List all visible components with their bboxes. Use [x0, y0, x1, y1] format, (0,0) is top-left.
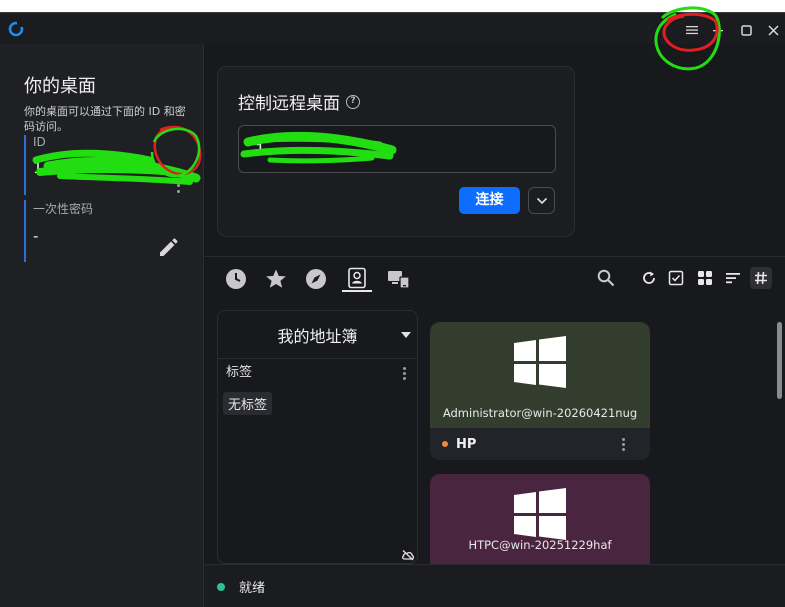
- your-desktop-title: 你的桌面: [24, 76, 96, 97]
- grid-view-icon: [698, 271, 712, 285]
- id-label: ID: [33, 135, 46, 149]
- tab-address-book[interactable]: [342, 266, 372, 292]
- cloud-off-icon: [402, 550, 415, 561]
- chevron-down-icon: [536, 197, 547, 204]
- peer-more-button[interactable]: [620, 437, 626, 451]
- connect-card: 控制远程桌面 ? 连接: [217, 66, 575, 237]
- tab-discovered[interactable]: [303, 266, 329, 292]
- grid-view-button[interactable]: [694, 267, 716, 289]
- minimize-icon: [713, 30, 723, 32]
- menu-icon: [686, 26, 698, 35]
- edit-password-button[interactable]: [157, 237, 179, 259]
- status-indicator: [217, 582, 225, 591]
- star-icon: [266, 269, 286, 288]
- app-window: 你的桌面 你的桌面可以通过下面的 ID 和密码访问。 ID 1 3 一次性密码 …: [0, 12, 785, 607]
- main-area: 控制远程桌面 ? 连接: [205, 44, 785, 564]
- tags-row: 标签: [218, 359, 417, 387]
- id-field[interactable]: ID 1 3: [24, 135, 194, 195]
- peer-card-preview: Administrator@win-20260421nug: [430, 322, 650, 428]
- checkbox-icon: [668, 270, 684, 286]
- select-mode-button[interactable]: [665, 267, 687, 289]
- id-more-button[interactable]: [172, 175, 184, 195]
- connect-button[interactable]: 连接: [459, 187, 520, 214]
- sidebar: 你的桌面 你的桌面可以通过下面的 ID 和密码访问。 ID 1 3 一次性密码 …: [0, 44, 204, 607]
- tab-favorites[interactable]: [263, 266, 289, 292]
- rustdesk-logo: [8, 21, 24, 37]
- peer-host: Administrator@win-20260421nug: [442, 406, 638, 420]
- menu-button[interactable]: [681, 19, 703, 41]
- sort-icon: [726, 273, 740, 284]
- maximize-icon: [740, 24, 752, 36]
- status-bar: 就绪: [205, 564, 785, 607]
- peer-card-footer: HP: [430, 428, 650, 460]
- tab-accessible-devices[interactable]: [384, 266, 414, 292]
- search-icon: [597, 269, 615, 287]
- address-book-selector[interactable]: 我的地址簿: [218, 311, 417, 359]
- peer-card[interactable]: Administrator@win-20260421nug HP: [430, 322, 650, 460]
- more-icon: [176, 177, 180, 181]
- peer-host: HTPC@win-20251229haf: [468, 538, 612, 552]
- more-icon: [621, 437, 625, 441]
- clock-icon: [226, 269, 246, 289]
- refresh-button[interactable]: [638, 267, 660, 289]
- lan-icon: [388, 271, 410, 289]
- compass-icon: [306, 269, 326, 289]
- status-text: 就绪: [239, 581, 266, 596]
- connect-title-text: 控制远程桌面: [238, 94, 340, 114]
- tab-recent[interactable]: [223, 266, 249, 292]
- maximize-button[interactable]: [735, 19, 757, 41]
- peer-tab-bar: [205, 256, 785, 300]
- tag-no-tag[interactable]: 无标签: [223, 392, 273, 415]
- minimize-button[interactable]: [707, 19, 729, 41]
- close-icon: [767, 24, 779, 36]
- peer-alias: HP: [456, 436, 477, 452]
- peer-card[interactable]: HTPC@win-20251229haf: [430, 474, 650, 564]
- peer-status-dot: [442, 441, 448, 447]
- remote-id-input[interactable]: [238, 125, 556, 173]
- tags-more-button[interactable]: [401, 366, 407, 380]
- id-value[interactable]: 1 3: [33, 159, 194, 177]
- close-button[interactable]: [762, 19, 784, 41]
- help-icon[interactable]: ?: [346, 94, 360, 109]
- peer-list-scrollbar[interactable]: [777, 322, 782, 399]
- peer-card-preview: HTPC@win-20251229haf: [430, 474, 650, 564]
- refresh-icon: [643, 271, 655, 284]
- address-book-icon: [348, 267, 366, 289]
- sort-button[interactable]: [722, 267, 744, 289]
- your-desktop-description: 你的桌面可以通过下面的 ID 和密码访问。: [24, 105, 186, 133]
- search-button[interactable]: [595, 267, 617, 289]
- filter-hash-button[interactable]: [750, 267, 772, 289]
- address-book-panel: 我的地址簿 标签 无标签: [217, 310, 418, 564]
- connect-options-button[interactable]: [528, 187, 555, 214]
- password-label: 一次性密码: [33, 202, 94, 216]
- hash-icon: [755, 271, 767, 285]
- more-icon: [402, 366, 406, 370]
- address-book-name: 我的地址簿: [277, 326, 358, 346]
- caret-down-icon: [401, 332, 411, 338]
- windows-logo-icon: [514, 336, 566, 388]
- windows-logo-icon: [514, 488, 566, 540]
- edit-icon: [160, 238, 178, 256]
- title-bar[interactable]: [0, 13, 785, 44]
- tags-label: 标签: [226, 365, 253, 380]
- connect-title: 控制远程桌面 ?: [238, 89, 360, 114]
